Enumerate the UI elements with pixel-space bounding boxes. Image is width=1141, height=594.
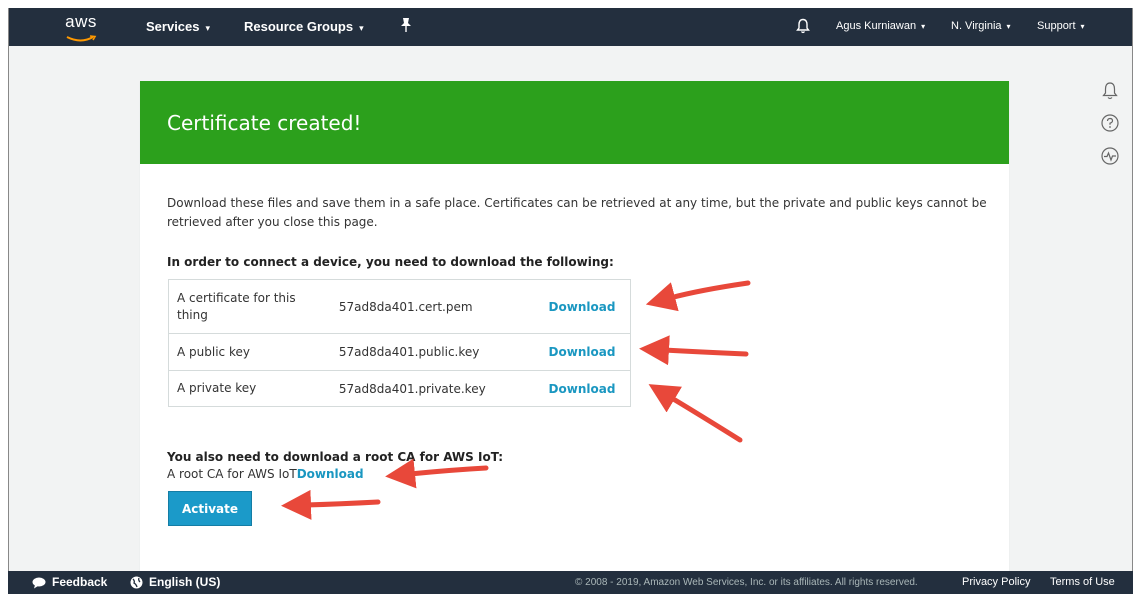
aws-smile-icon — [66, 35, 97, 42]
account-menu[interactable]: Agus Kurniawan ▾ — [836, 20, 925, 32]
download-public-key-link[interactable]: Download — [549, 345, 616, 359]
download-instructions: Download these files and save them in a … — [167, 196, 987, 229]
file-name: 57ad8da401.public.key — [330, 333, 541, 371]
globe-icon — [130, 576, 143, 589]
page-title: Certificate created! — [167, 110, 362, 135]
chevron-down-icon: ▾ — [359, 23, 364, 33]
table-row: A certificate for this thing 57ad8da401.… — [169, 280, 631, 334]
table-row: A private key 57ad8da401.private.key Dow… — [168, 370, 631, 407]
language-selector[interactable]: English (US) — [130, 575, 220, 589]
terms-of-use-link[interactable]: Terms of Use — [1050, 576, 1115, 588]
resource-groups-menu[interactable]: Resource Groups ▾ — [244, 19, 364, 34]
table-row: A public key 57ad8da401.public.key Downl… — [168, 333, 631, 371]
file-name: 57ad8da401.private.key — [330, 370, 541, 407]
bell-icon[interactable] — [1099, 80, 1121, 102]
root-ca-label: A root CA for AWS IoT — [167, 467, 297, 481]
copyright-text: © 2008 - 2019, Amazon Web Services, Inc.… — [575, 577, 918, 588]
chevron-down-icon: ▾ — [1080, 22, 1085, 31]
support-menu[interactable]: Support ▾ — [1037, 20, 1085, 32]
console-frame: aws Services ▾ Resource Groups ▾ Agus Ku… — [8, 8, 1133, 594]
file-description: A certificate for this thing — [177, 290, 296, 322]
chevron-down-icon: ▾ — [921, 22, 926, 31]
root-ca-line: A root CA for AWS IoTDownload — [167, 467, 364, 481]
region-name: N. Virginia — [951, 20, 1002, 32]
activate-button[interactable]: Activate — [168, 491, 252, 526]
top-navigation-bar: aws Services ▾ Resource Groups ▾ Agus Ku… — [9, 8, 1132, 46]
file-name: 57ad8da401.cert.pem — [338, 299, 473, 314]
download-root-ca-link[interactable]: Download — [297, 467, 364, 481]
console-footer: Feedback English (US) © 2008 - 2019, Ama… — [8, 571, 1133, 594]
bell-icon[interactable] — [796, 18, 810, 37]
support-label: Support — [1037, 20, 1076, 32]
privacy-policy-link[interactable]: Privacy Policy — [962, 576, 1030, 588]
certificate-created-card: Certificate created! Download these file… — [140, 81, 1009, 571]
help-icon[interactable] — [1099, 112, 1121, 134]
region-menu[interactable]: N. Virginia ▾ — [951, 20, 1011, 32]
chevron-down-icon: ▾ — [1006, 22, 1011, 31]
account-name: Agus Kurniawan — [836, 20, 917, 32]
pin-icon[interactable] — [399, 17, 413, 36]
speech-bubble-icon — [32, 577, 46, 589]
root-ca-heading: You also need to download a root CA for … — [167, 450, 504, 464]
feedback-link[interactable]: Feedback — [32, 575, 107, 589]
aws-logo[interactable]: aws — [61, 12, 101, 42]
download-cert-link[interactable]: Download — [549, 300, 616, 314]
chevron-down-icon: ▾ — [205, 23, 211, 33]
certificate-files-table: A certificate for this thing 57ad8da401.… — [168, 279, 631, 407]
aws-logo-text: aws — [65, 12, 97, 31]
services-menu[interactable]: Services ▾ — [146, 19, 210, 34]
language-label: English (US) — [149, 575, 221, 589]
services-menu-label: Services — [146, 19, 200, 34]
file-description: A public key — [168, 333, 331, 371]
download-private-key-link[interactable]: Download — [549, 382, 616, 396]
files-heading: In order to connect a device, you need t… — [167, 255, 614, 269]
file-description: A private key — [168, 370, 331, 407]
success-banner: Certificate created! — [140, 81, 1009, 164]
resource-groups-label: Resource Groups — [244, 19, 354, 34]
feedback-label: Feedback — [52, 575, 108, 589]
activity-icon[interactable] — [1099, 145, 1121, 167]
